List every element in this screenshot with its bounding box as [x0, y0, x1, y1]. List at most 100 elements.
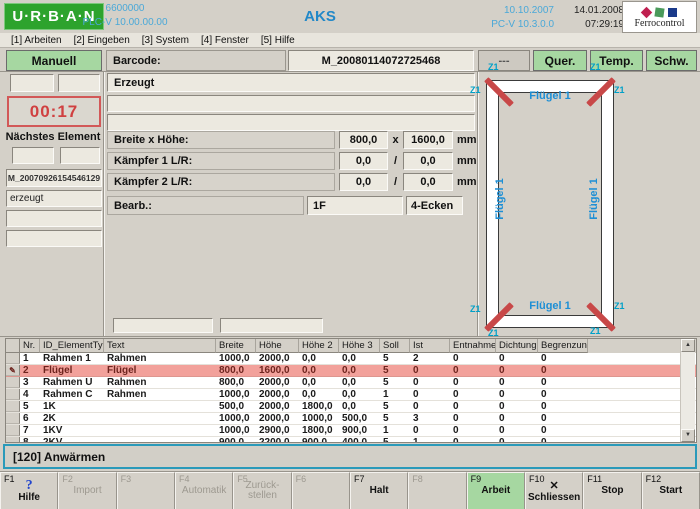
detail-bottom-field-1[interactable] — [113, 318, 213, 333]
menu-item-hilfe[interactable]: [5] Hilfe — [256, 35, 302, 46]
table-cell: 2000,0 — [256, 389, 299, 400]
element-status: erzeugt — [6, 190, 102, 207]
table-row[interactable]: 1Rahmen 1Rahmen1000,02000,00,00,052000 — [6, 353, 696, 365]
table-cell: 5 — [380, 401, 410, 412]
table-cell: 1800,0 — [299, 401, 339, 412]
menu-item-arbeiten[interactable]: [1] Arbeiten — [6, 35, 69, 46]
kaempfer2-left-value[interactable]: 0,0 — [339, 173, 388, 191]
table-column-header[interactable]: Ist — [410, 339, 450, 353]
fkey-f4: F4Automatik — [175, 472, 233, 509]
fkey-label: Arbeit — [481, 486, 510, 496]
left-field-3[interactable] — [12, 147, 54, 164]
quer-button[interactable]: Quer. — [533, 50, 587, 71]
table-cell — [104, 437, 216, 443]
kaempfer1-right-value[interactable]: 0,0 — [403, 152, 453, 170]
fkey-label: Hilfe — [18, 493, 40, 503]
fkey-label: Automatik — [182, 486, 226, 496]
help-icon: ? — [26, 480, 33, 492]
table-cell: 0 — [538, 413, 588, 424]
fkey-label: Start — [659, 486, 682, 496]
fkey-code: F11 — [587, 474, 602, 484]
scroll-down-icon[interactable]: ▼ — [681, 429, 695, 442]
table-cell: 0 — [538, 437, 588, 443]
menu-bar: [1] Arbeiten[2] Eingeben[3] System[4] Fe… — [0, 33, 700, 48]
table-column-header[interactable]: Höhe 2 — [299, 339, 339, 353]
table-cell: 0 — [538, 389, 588, 400]
table-cell: Rahmen C — [40, 389, 104, 400]
fkey-f7[interactable]: F7Halt — [350, 472, 408, 509]
detail-field-2[interactable] — [107, 114, 475, 131]
schw-button[interactable]: Schw. — [646, 50, 697, 71]
detail-bottom-field-2[interactable] — [220, 318, 323, 333]
table-cell: 5 — [380, 413, 410, 424]
table-cell: 900,0 — [216, 437, 256, 443]
detail-field-1[interactable] — [107, 95, 475, 112]
table-column-header[interactable]: Höhe 3 — [339, 339, 380, 353]
table-row[interactable]: 71KV1000,02900,01800,0900,010000 — [6, 425, 696, 437]
separator-button[interactable]: --- — [478, 50, 530, 71]
menu-item-fenster[interactable]: [4] Fenster — [196, 35, 256, 46]
left-field-4[interactable] — [60, 147, 100, 164]
table-column-header[interactable]: Höhe — [256, 339, 299, 353]
table-column-header[interactable]: Nr. — [20, 339, 40, 353]
table-row[interactable]: 4Rahmen CRahmen1000,02000,00,00,010000 — [6, 389, 696, 401]
table-row[interactable]: 82KV900,02200,0900,0400,051000 — [6, 437, 696, 443]
height-value[interactable]: 1600,0 — [403, 131, 453, 149]
next-element-label: Nächstes Element — [0, 131, 106, 143]
table-row[interactable]: 62K1000,02000,01000,0500,053000 — [6, 413, 696, 425]
fkey-f10[interactable]: F10✕Schliessen — [525, 472, 583, 509]
fkey-f9[interactable]: F9Arbeit — [467, 472, 525, 509]
left-field-1[interactable] — [10, 74, 54, 92]
table-row[interactable]: 51K500,02000,01800,00,050000 — [6, 401, 696, 413]
fkey-f1[interactable]: F1?Hilfe — [0, 472, 58, 509]
table-cell: 0 — [450, 377, 496, 388]
left-field-2[interactable] — [58, 74, 100, 92]
table-cell: 0 — [496, 365, 538, 376]
table-column-header[interactable]: Begrenzung — [538, 339, 588, 353]
close-icon: ✕ — [550, 480, 559, 492]
table-scrollbar[interactable]: ▲ ▼ — [680, 339, 695, 442]
fkey-f12[interactable]: F12Start — [642, 472, 700, 509]
fkey-code: F2 — [62, 474, 73, 484]
left-field-5[interactable] — [6, 210, 102, 227]
table-cell: 0,0 — [299, 353, 339, 364]
table-cell: 1 — [410, 437, 450, 443]
zone-label: Z1 — [470, 305, 481, 314]
ferrocontrol-label: Ferrocontrol — [635, 18, 685, 29]
table-cell: 2 — [20, 365, 40, 376]
menu-item-eingeben[interactable]: [2] Eingeben — [69, 35, 137, 46]
status-bar: [120] Anwärmen — [3, 444, 697, 469]
table-column-header[interactable]: Soll — [380, 339, 410, 353]
kaempfer2-right-value[interactable]: 0,0 — [403, 173, 453, 191]
width-value[interactable]: 800,0 — [339, 131, 388, 149]
scroll-up-icon[interactable]: ▲ — [681, 339, 695, 352]
table-cell: 3 — [20, 377, 40, 388]
table-cell: 0 — [496, 401, 538, 412]
table-row[interactable]: 3Rahmen URahmen800,02000,00,00,050000 — [6, 377, 696, 389]
table-row[interactable]: ✎2FlügelFlügel800,01600,00,00,050000 — [6, 365, 696, 377]
table-cell: 0 — [410, 365, 450, 376]
table-column-header[interactable]: Dichtung — [496, 339, 538, 353]
bearb-mode[interactable]: 4-Ecken — [406, 196, 463, 215]
table-cell: 2KV — [40, 437, 104, 443]
kaempfer1-separator: / — [389, 152, 402, 170]
table-column-header[interactable]: Text — [104, 339, 216, 353]
table-column-header[interactable]: Entnahme — [450, 339, 496, 353]
cycle-timer: 00:17 — [7, 96, 101, 127]
menu-item-system[interactable]: [3] System — [137, 35, 196, 46]
table-column-header[interactable]: ID_ElementTyp — [40, 339, 104, 353]
title-header: U·R·B·A·N 6600000 PLC-V 10.00.00.00 AKS … — [0, 0, 700, 33]
mode-button[interactable]: Manuell — [6, 50, 102, 71]
fkey-label: Zurück- stellen — [246, 481, 280, 501]
table-column-header[interactable]: Breite — [216, 339, 256, 353]
table-cell: 2000,0 — [256, 401, 299, 412]
bearb-value[interactable]: 1F — [307, 196, 403, 215]
kaempfer1-left-value[interactable]: 0,0 — [339, 152, 388, 170]
table-cell: Rahmen — [104, 389, 216, 400]
left-field-6[interactable] — [6, 230, 102, 247]
fkey-f11[interactable]: F11Stop — [583, 472, 641, 509]
table-cell: 0 — [450, 389, 496, 400]
row-selector — [6, 353, 20, 364]
fkey-code: F10 — [529, 474, 545, 484]
barcode-input[interactable]: M_20080114072725468 — [288, 50, 474, 71]
